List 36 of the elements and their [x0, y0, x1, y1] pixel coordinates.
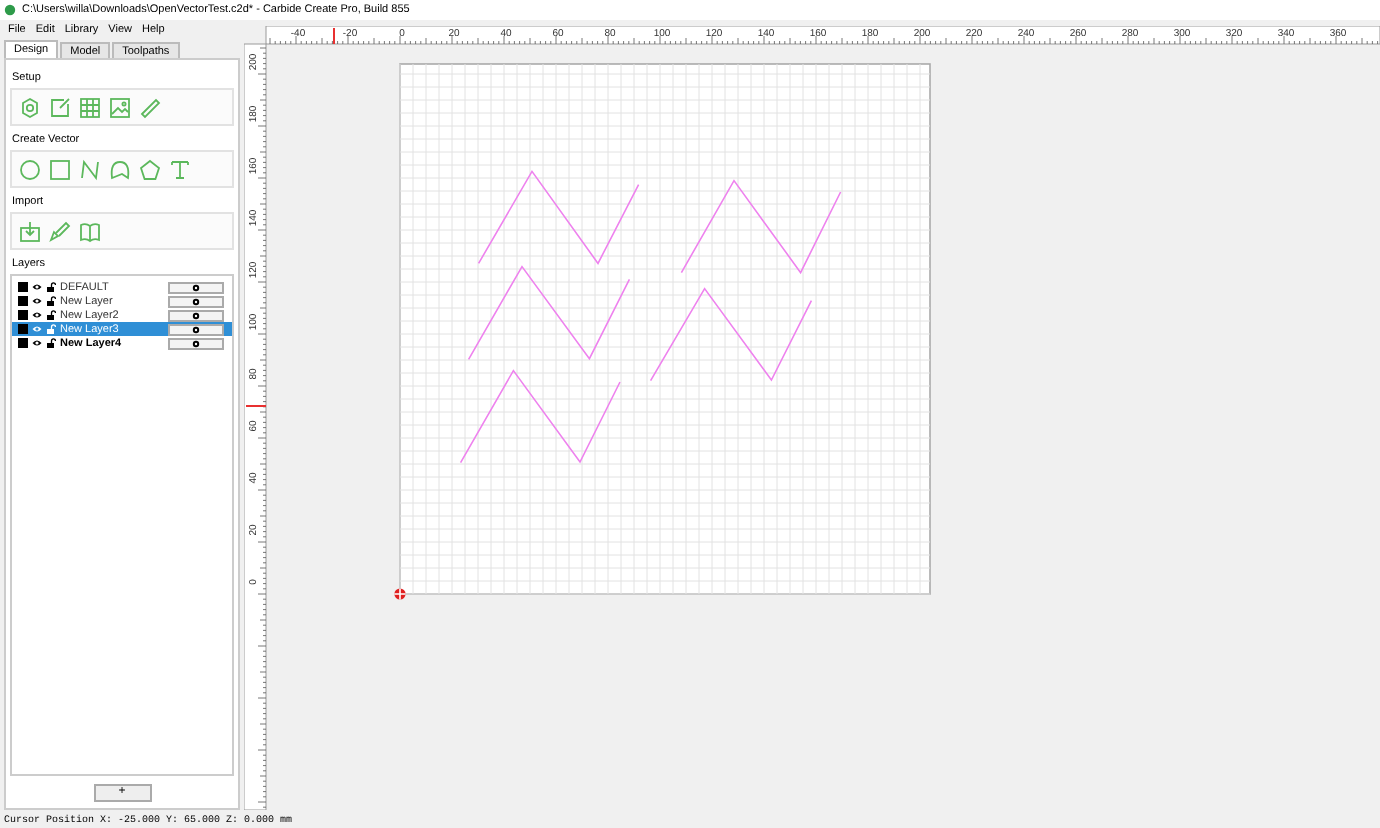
layer-settings-button[interactable]	[168, 309, 224, 321]
cursor-x-marker	[333, 28, 335, 44]
import-icon[interactable]	[18, 219, 42, 243]
lock-icon[interactable]	[46, 310, 56, 320]
rectangle-icon[interactable]	[48, 157, 72, 181]
app-icon	[4, 4, 16, 16]
color-swatch[interactable]	[18, 282, 28, 292]
layer-settings-button[interactable]	[168, 337, 224, 349]
gear-icon[interactable]	[18, 95, 42, 119]
cursor-y-marker	[246, 405, 266, 407]
shapes-icon[interactable]	[48, 219, 72, 243]
pentagon-icon[interactable]	[138, 157, 162, 181]
ruler-icon[interactable]	[138, 95, 162, 119]
edit-icon[interactable]	[48, 95, 72, 119]
eye-icon[interactable]	[32, 338, 42, 348]
image-icon[interactable]	[108, 95, 132, 119]
lock-icon[interactable]	[46, 282, 56, 292]
grid-icon[interactable]	[78, 95, 102, 119]
eye-icon[interactable]	[32, 310, 42, 320]
eye-icon[interactable]	[32, 296, 42, 306]
color-swatch[interactable]	[18, 338, 28, 348]
circle-icon[interactable]	[18, 157, 42, 181]
origin-icon	[393, 587, 407, 601]
color-swatch[interactable]	[18, 324, 28, 334]
polyline-icon[interactable]	[108, 157, 132, 181]
color-swatch[interactable]	[18, 296, 28, 306]
layer-settings-button[interactable]	[168, 295, 224, 307]
lock-icon[interactable]	[46, 338, 56, 348]
eye-icon[interactable]	[32, 282, 42, 292]
book-icon[interactable]	[78, 219, 102, 243]
lock-icon[interactable]	[46, 296, 56, 306]
layer-settings-button[interactable]	[168, 281, 224, 293]
color-swatch[interactable]	[18, 310, 28, 320]
layer-settings-button[interactable]	[168, 323, 224, 335]
text-tool-icon[interactable]	[168, 157, 192, 181]
curve-icon[interactable]	[78, 157, 102, 181]
